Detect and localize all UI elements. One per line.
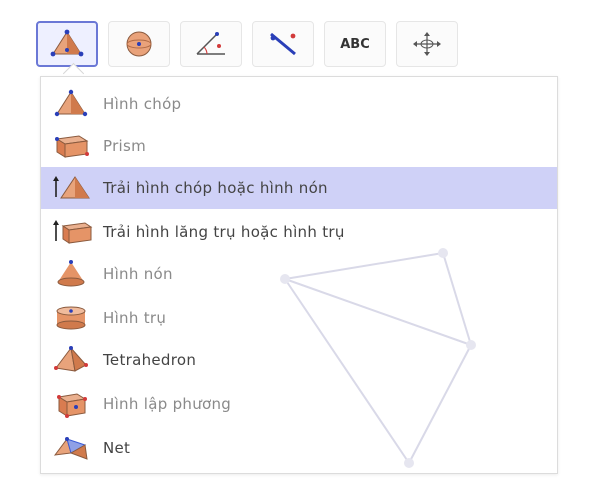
menu-item-tetrahedron[interactable]: Tetrahedron: [41, 339, 557, 381]
pyramid-tool[interactable]: [36, 21, 98, 67]
text-tool[interactable]: ABC: [324, 21, 386, 67]
tetrahedron-icon: [51, 342, 103, 378]
menu-item-label: Hình nón: [103, 265, 173, 283]
pyramid-icon: [51, 86, 103, 122]
menu-item-label: Net: [103, 439, 131, 457]
menu-item-label: Hình trụ: [103, 309, 167, 327]
menu-item-hinh-chop[interactable]: Hình chóp: [41, 83, 557, 125]
extrude-prism-icon: [51, 214, 103, 250]
menu-item-extrude-pyramid[interactable]: Trải hình chóp hoặc hình nón: [41, 167, 557, 209]
menu-item-label: Hình lập phương: [103, 395, 232, 413]
toolbar: ABC: [36, 18, 556, 70]
sphere-icon: [126, 31, 152, 57]
menu-item-label: Trải hình chóp hoặc hình nón: [103, 179, 328, 197]
menu-item-label: Prism: [103, 137, 147, 155]
menu-item-cone[interactable]: Hình nón: [41, 253, 557, 295]
net-icon: [51, 430, 103, 466]
reflect-icon: [270, 32, 296, 56]
menu-item-label: Tetrahedron: [103, 351, 197, 369]
cylinder-icon: [51, 300, 103, 336]
pyramid-icon: [50, 29, 84, 57]
tool-dropdown-menu: Hình chóp Prism Trải hình chóp hoặc hình…: [40, 76, 558, 474]
menu-item-label: Hình chóp: [103, 95, 182, 113]
menu-item-net[interactable]: Net: [41, 427, 557, 469]
menu-item-label: Trải hình lăng trụ hoặc hình trụ: [103, 223, 345, 241]
move-view-tool[interactable]: [396, 21, 458, 67]
menu-item-extrude-prism[interactable]: Trải hình lăng trụ hoặc hình trụ: [41, 211, 557, 253]
move-arrows-icon: [413, 32, 441, 56]
angle-tool[interactable]: [180, 21, 242, 67]
menu-item-cube[interactable]: Hình lập phương: [41, 383, 557, 425]
cube-icon: [51, 386, 103, 422]
prism-icon: [51, 128, 103, 164]
text-tool-label: ABC: [340, 36, 370, 52]
menu-item-cylinder[interactable]: Hình trụ: [41, 297, 557, 339]
menu-item-prism[interactable]: Prism: [41, 125, 557, 167]
extrude-pyramid-icon: [51, 170, 103, 206]
cone-icon: [51, 256, 103, 292]
reflect-tool[interactable]: [252, 21, 314, 67]
sphere-tool[interactable]: [108, 21, 170, 67]
angle-icon: [196, 32, 225, 55]
